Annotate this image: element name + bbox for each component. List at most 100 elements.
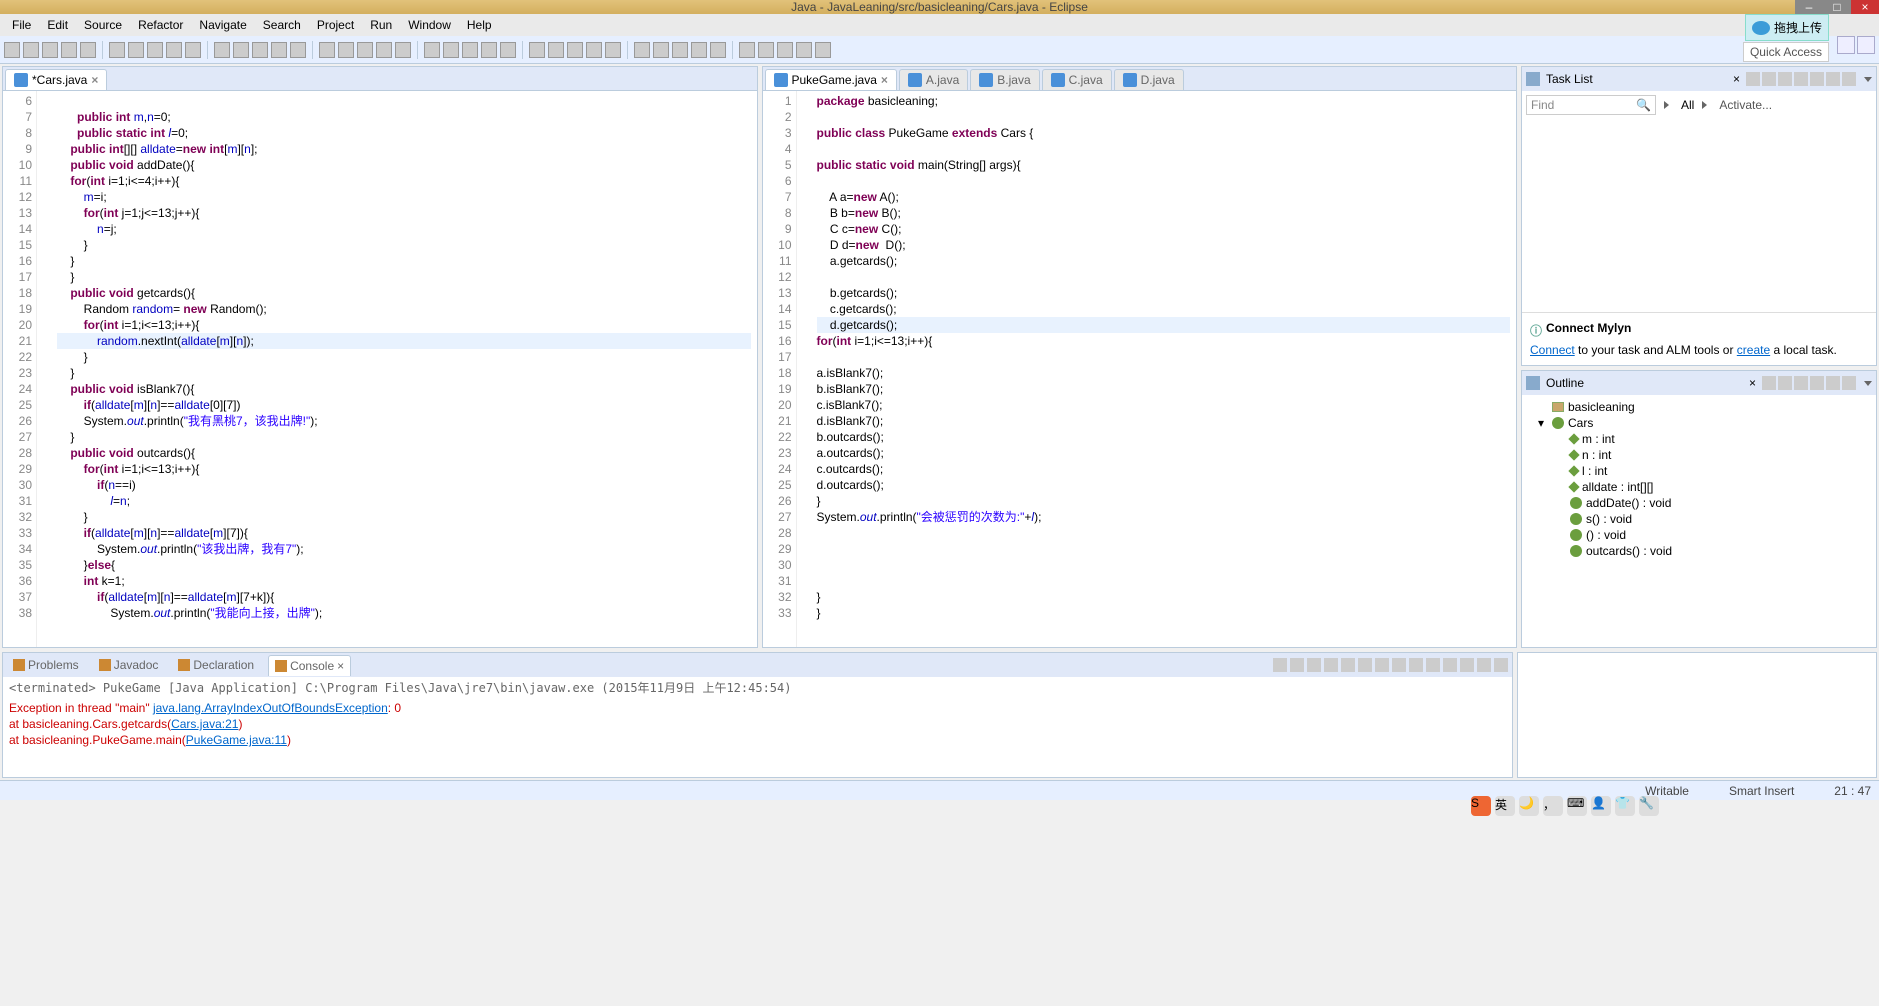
menu-help[interactable]: Help xyxy=(459,15,500,35)
toolbar-icon-17[interactable] xyxy=(357,42,373,58)
outline-node[interactable]: l : int xyxy=(1526,463,1872,479)
menu-search[interactable]: Search xyxy=(255,15,309,35)
stacktrace-link[interactable]: Cars.java:21 xyxy=(171,717,238,731)
toolbar-icon-35[interactable] xyxy=(739,42,755,58)
console-toolbar-icon-12[interactable] xyxy=(1477,658,1491,672)
lang-icon[interactable]: 英 xyxy=(1495,796,1515,816)
code-area-cars[interactable]: public int m,n=0; public static int l=0;… xyxy=(51,91,757,647)
stacktrace-link[interactable]: PukeGame.java:11 xyxy=(186,733,287,747)
connect-link[interactable]: Connect xyxy=(1530,343,1575,357)
toolbar-icon-22[interactable] xyxy=(462,42,478,58)
outline-node[interactable]: () : void xyxy=(1526,527,1872,543)
moon-icon[interactable]: 🌙 xyxy=(1519,796,1539,816)
console-tab-javadoc[interactable]: Javadoc xyxy=(93,655,165,675)
toolbar-icon-33[interactable] xyxy=(691,42,707,58)
sogou-icon[interactable]: S xyxy=(1471,796,1491,816)
hide-static-icon[interactable] xyxy=(1794,376,1808,390)
toolbar-icon-5[interactable] xyxy=(109,42,125,58)
console-toolbar-icon-6[interactable] xyxy=(1375,658,1389,672)
toolbar-icon-38[interactable] xyxy=(796,42,812,58)
tab-close-icon[interactable]: × xyxy=(91,73,98,87)
tab-a-java[interactable]: A.java xyxy=(899,69,968,90)
menu-project[interactable]: Project xyxy=(309,15,362,35)
hide-local-icon[interactable] xyxy=(1826,376,1840,390)
console-toolbar-icon-2[interactable] xyxy=(1307,658,1321,672)
outline-node[interactable]: basicleaning xyxy=(1526,399,1872,415)
focus-icon[interactable] xyxy=(1778,72,1792,86)
toolbar-icon-39[interactable] xyxy=(815,42,831,58)
menu-edit[interactable]: Edit xyxy=(39,15,76,35)
find-input[interactable]: Find 🔍 xyxy=(1526,95,1656,115)
toolbar-icon-20[interactable] xyxy=(424,42,440,58)
outline-node[interactable]: ▾Cars xyxy=(1526,415,1872,431)
close-button[interactable]: × xyxy=(1851,0,1879,14)
toolbar-icon-25[interactable] xyxy=(529,42,545,58)
view-close-icon[interactable]: × xyxy=(1749,376,1756,390)
toolbar-icon-21[interactable] xyxy=(443,42,459,58)
menu-run[interactable]: Run xyxy=(362,15,400,35)
outline-node[interactable]: s() : void xyxy=(1526,511,1872,527)
tab-cars-java[interactable]: *Cars.java × xyxy=(5,69,107,90)
console-toolbar-icon-9[interactable] xyxy=(1426,658,1440,672)
collapse-all-icon[interactable] xyxy=(1794,72,1808,86)
tool-icon[interactable]: 🔧 xyxy=(1639,796,1659,816)
toolbar-icon-13[interactable] xyxy=(271,42,287,58)
console-toolbar-icon-5[interactable] xyxy=(1358,658,1372,672)
toolbar-icon-36[interactable] xyxy=(758,42,774,58)
punct-icon[interactable]: ， xyxy=(1543,796,1563,816)
outline-node[interactable]: n : int xyxy=(1526,447,1872,463)
hide-icon[interactable] xyxy=(1842,72,1856,86)
code-area-pukegame[interactable]: package basicleaning;public class PukeGa… xyxy=(811,91,1517,647)
perspective-switcher[interactable] xyxy=(1837,36,1875,54)
toolbar-icon-7[interactable] xyxy=(147,42,163,58)
face-icon[interactable]: 👤 xyxy=(1591,796,1611,816)
view-dropdown-icon[interactable] xyxy=(1864,381,1872,386)
console-toolbar-icon-0[interactable] xyxy=(1273,658,1287,672)
menu-navigate[interactable]: Navigate xyxy=(191,15,254,35)
java-perspective-icon[interactable] xyxy=(1857,36,1875,54)
toolbar-icon-24[interactable] xyxy=(500,42,516,58)
tab-close-icon[interactable]: × xyxy=(881,73,888,87)
console-toolbar-icon-4[interactable] xyxy=(1341,658,1355,672)
toolbar-icon-28[interactable] xyxy=(586,42,602,58)
menu-source[interactable]: Source xyxy=(76,15,130,35)
console-toolbar-icon-8[interactable] xyxy=(1409,658,1423,672)
toolbar-icon-29[interactable] xyxy=(605,42,621,58)
open-perspective-icon[interactable] xyxy=(1837,36,1855,54)
toolbar-icon-31[interactable] xyxy=(653,42,669,58)
console-toolbar-icon-13[interactable] xyxy=(1494,658,1508,672)
console-toolbar-icon-10[interactable] xyxy=(1443,658,1457,672)
toolbar-icon-11[interactable] xyxy=(233,42,249,58)
tab-b-java[interactable]: B.java xyxy=(970,69,1039,90)
all-filter[interactable]: All xyxy=(1681,98,1694,112)
toolbar-icon-1[interactable] xyxy=(23,42,39,58)
toolbar-icon-4[interactable] xyxy=(80,42,96,58)
toolbar-icon-30[interactable] xyxy=(634,42,650,58)
toolbar-icon-14[interactable] xyxy=(290,42,306,58)
toolbar-icon-8[interactable] xyxy=(166,42,182,58)
focus-icon[interactable] xyxy=(1842,376,1856,390)
categorize-icon[interactable] xyxy=(1762,72,1776,86)
view-menu-icon[interactable]: × xyxy=(1733,72,1740,86)
maximize-button[interactable]: □ xyxy=(1823,0,1851,14)
keyboard-icon[interactable]: ⌨ xyxy=(1567,796,1587,816)
quick-access[interactable]: Quick Access xyxy=(1743,42,1829,62)
tab-close-icon[interactable]: × xyxy=(337,659,344,673)
toolbar-icon-23[interactable] xyxy=(481,42,497,58)
tab-d-java[interactable]: D.java xyxy=(1114,69,1184,90)
toolbar-icon-6[interactable] xyxy=(128,42,144,58)
outline-node[interactable]: outcards() : void xyxy=(1526,543,1872,559)
create-link[interactable]: create xyxy=(1737,343,1770,357)
hide-nonpublic-icon[interactable] xyxy=(1810,376,1824,390)
ime-toolbar[interactable]: S 英 🌙 ， ⌨ 👤 👕 🔧 xyxy=(1471,796,1659,816)
toolbar-icon-26[interactable] xyxy=(548,42,564,58)
toolbar-icon-3[interactable] xyxy=(61,42,77,58)
toolbar-icon-12[interactable] xyxy=(252,42,268,58)
activate-link[interactable]: Activate... xyxy=(1719,98,1772,112)
sort-icon[interactable] xyxy=(1762,376,1776,390)
minimize-button[interactable]: – xyxy=(1795,0,1823,14)
outline-node[interactable]: addDate() : void xyxy=(1526,495,1872,511)
outline-node[interactable]: m : int xyxy=(1526,431,1872,447)
stacktrace-link[interactable]: java.lang.ArrayIndexOutOfBoundsException xyxy=(153,701,388,715)
tab-pukegame-java[interactable]: PukeGame.java × xyxy=(765,69,897,90)
